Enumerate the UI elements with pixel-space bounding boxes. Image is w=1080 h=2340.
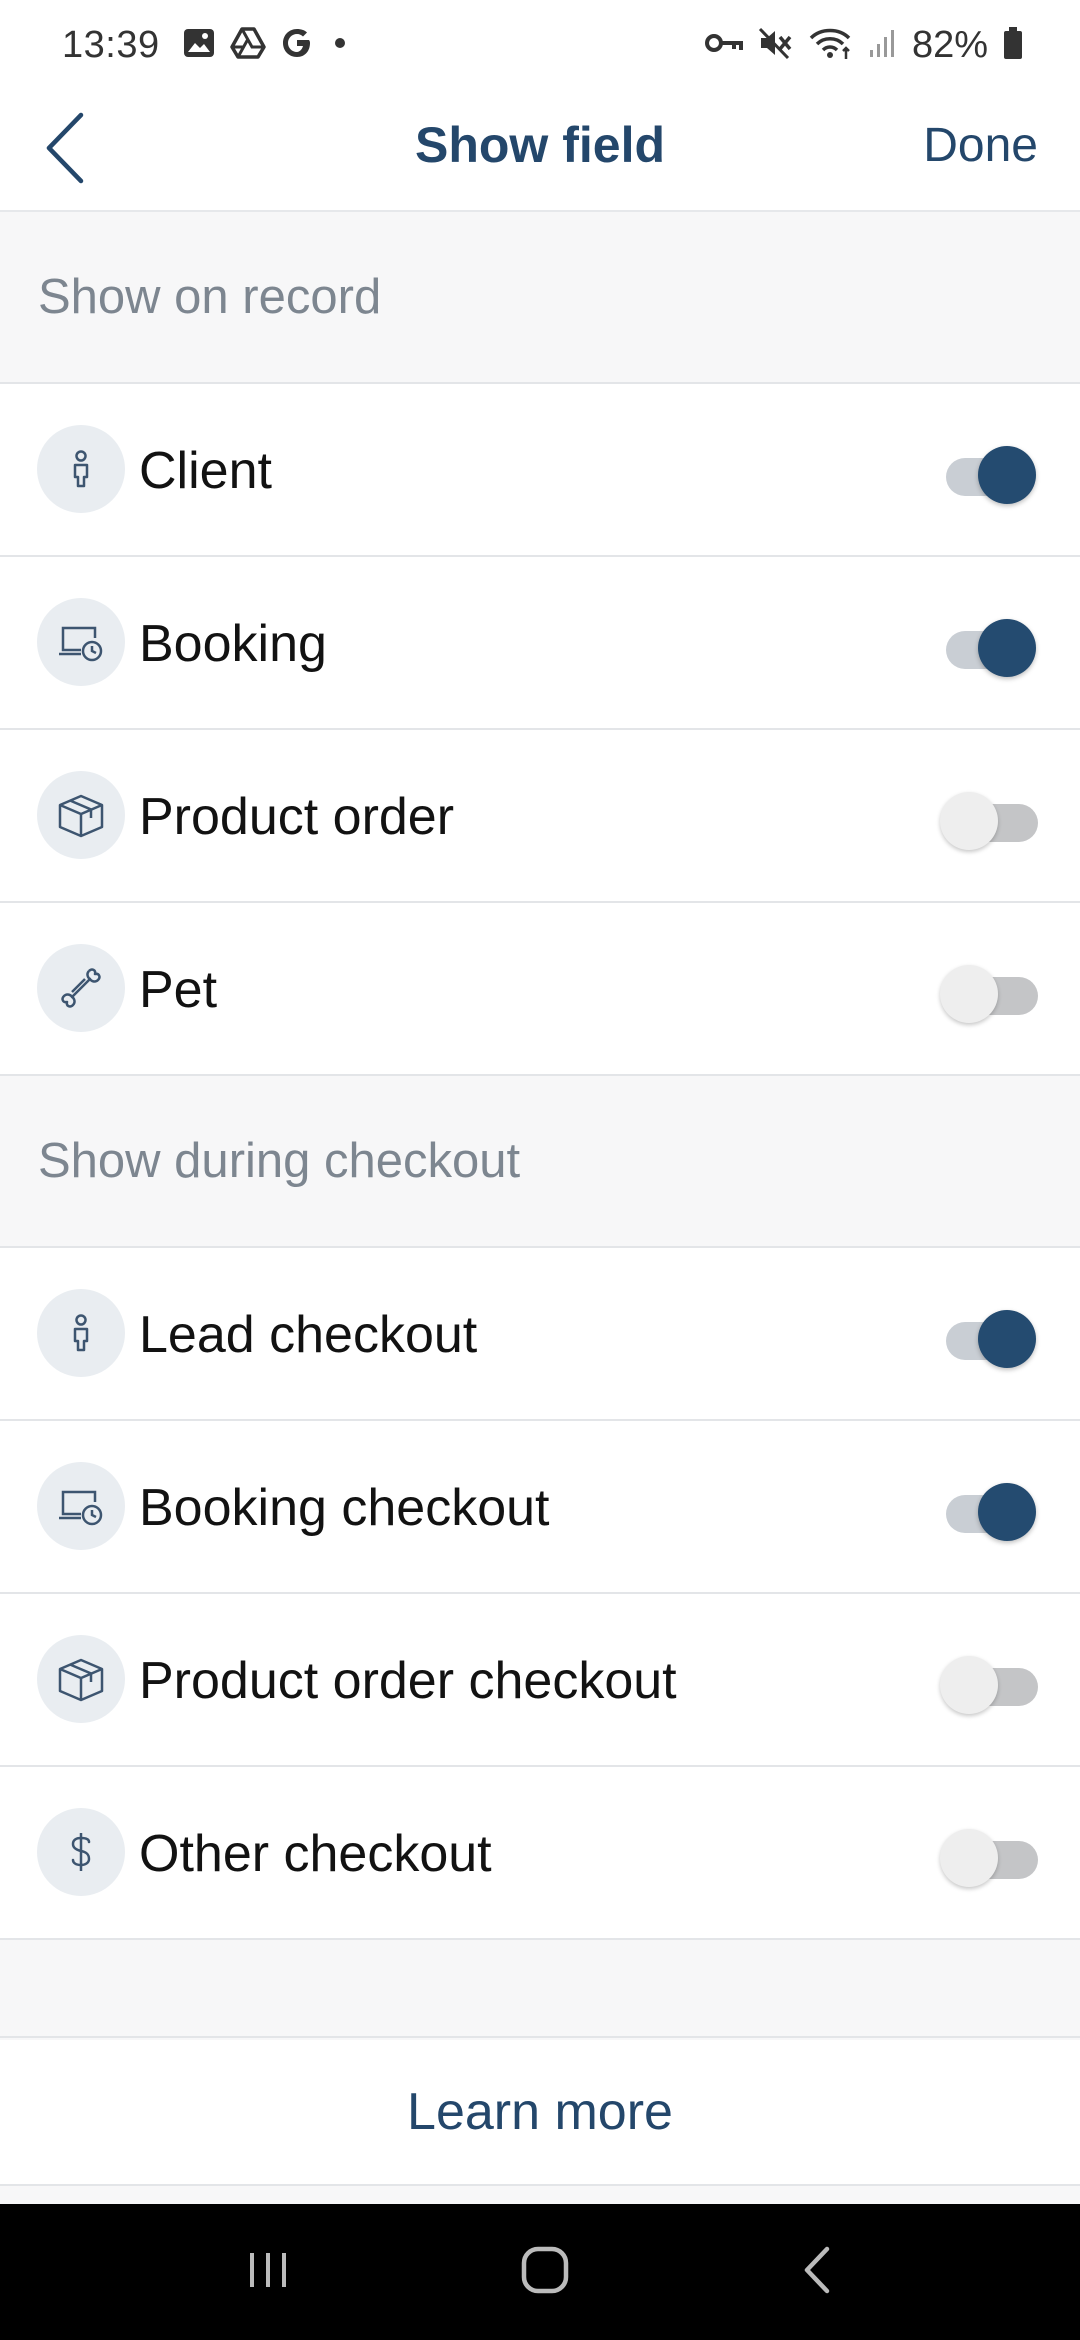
spacer [0, 1940, 1080, 2038]
toggle-booking-checkout[interactable] [940, 1479, 1036, 1541]
learn-more-link[interactable]: Learn more [0, 2040, 1080, 2186]
section-header-checkout: Show during checkout [0, 1076, 1080, 1248]
system-nav-bar [0, 2204, 1080, 2340]
toggle-client[interactable] [940, 442, 1036, 504]
mute-icon [758, 26, 794, 65]
booking-clock-icon [37, 598, 125, 686]
battery-icon [1002, 25, 1024, 66]
list-item-booking-checkout[interactable]: Booking checkout [0, 1421, 1080, 1594]
back-icon[interactable] [797, 2243, 837, 2302]
signal-icon [868, 26, 898, 65]
row-label: Product order [139, 787, 455, 846]
list-item-lead-checkout[interactable]: Lead checkout [0, 1248, 1080, 1421]
toggle-other-checkout[interactable] [940, 1825, 1038, 1887]
page-title: Show field [415, 117, 665, 173]
toggle-product-order-checkout[interactable] [940, 1652, 1038, 1714]
bone-icon [37, 944, 125, 1032]
toggle-booking[interactable] [940, 615, 1036, 677]
image-icon [182, 26, 216, 65]
bottom-gap [0, 2188, 1080, 2204]
row-label: Pet [139, 960, 218, 1019]
done-button[interactable]: Done [923, 118, 1038, 173]
toggle-lead-checkout[interactable] [940, 1306, 1036, 1368]
list-item-pet[interactable]: Pet [0, 903, 1080, 1076]
person-icon [37, 425, 125, 513]
list-item-product-order[interactable]: Product order [0, 730, 1080, 903]
google-icon [280, 26, 314, 65]
list-item-booking[interactable]: Booking [0, 557, 1080, 730]
row-label: Booking checkout [139, 1478, 550, 1537]
box-icon [37, 1635, 125, 1723]
status-bar: 13:39 82% [0, 0, 1080, 90]
list-item-product-order-checkout[interactable]: Product order checkout [0, 1594, 1080, 1767]
section-header-record: Show on record [0, 212, 1080, 384]
toggle-product-order[interactable] [940, 788, 1038, 850]
list-item-client[interactable]: Client [0, 384, 1080, 557]
dollar-icon [37, 1808, 125, 1896]
list-item-other-checkout[interactable]: Other checkout [0, 1767, 1080, 1940]
dot-icon [328, 26, 352, 65]
nav-bar: Show field Done [0, 90, 1080, 212]
person-icon [37, 1289, 125, 1377]
drive-icon [229, 26, 266, 65]
box-icon [37, 771, 125, 859]
row-label: Client [139, 441, 272, 500]
row-label: Other checkout [139, 1824, 492, 1883]
row-label: Lead checkout [139, 1305, 478, 1364]
status-time: 13:39 [62, 23, 160, 66]
toggle-pet[interactable] [940, 961, 1038, 1023]
vpn-key-icon [704, 28, 744, 63]
home-icon[interactable] [518, 2243, 572, 2302]
row-label: Booking [139, 614, 327, 673]
wifi-icon [808, 26, 854, 65]
row-label: Product order checkout [139, 1651, 677, 1710]
recents-icon[interactable] [243, 2245, 293, 2300]
booking-clock-icon [37, 1462, 125, 1550]
battery-percentage: 82% [911, 23, 988, 66]
